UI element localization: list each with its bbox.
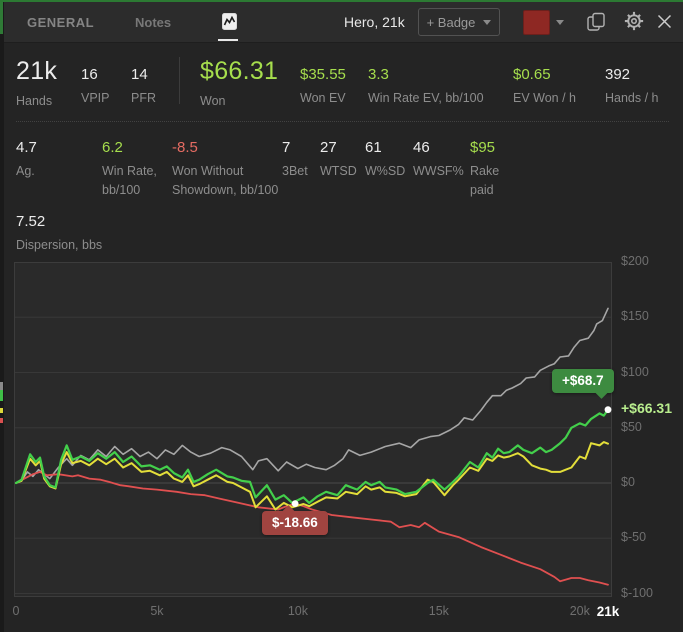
- close-button[interactable]: [656, 13, 673, 33]
- x-tick-label: 0: [12, 604, 20, 618]
- stat-won-without-showdown: -8.5 Won Without Showdown, bb/100: [172, 139, 292, 201]
- background-graph-sliver: [0, 390, 3, 401]
- add-badge-button[interactable]: + Badge: [418, 8, 500, 36]
- tab-general[interactable]: GENERAL: [27, 15, 94, 30]
- stat-value: 46: [413, 139, 430, 156]
- stat-label: Won EV: [300, 91, 346, 105]
- y-tick-label: $-50: [621, 530, 647, 545]
- section-divider: [179, 57, 180, 104]
- stat-value: 392: [605, 66, 631, 83]
- stat-value: 6.2: [102, 139, 123, 156]
- stat-ag: 4.7 Ag.: [16, 139, 37, 181]
- copy-icon: [586, 12, 606, 36]
- stat-won-ev: $35.55 Won EV: [300, 66, 346, 108]
- window-left-edge: [0, 2, 4, 632]
- stat-vpip: 16 VPIP: [81, 66, 110, 108]
- stat-label: Win Rate, bb/100: [102, 164, 157, 198]
- background-graph-sliver: [0, 408, 3, 413]
- dotted-divider: [16, 121, 669, 122]
- popup-header: GENERAL Notes Hero, 21k + Badge: [4, 2, 683, 43]
- stat-label: Ag.: [16, 164, 35, 178]
- stat-label: WTSD: [320, 164, 357, 178]
- stat-label: Win Rate EV, bb/100: [368, 91, 484, 105]
- stat-label: Hands / h: [605, 91, 659, 105]
- stat-wsd: 61 W%SD: [365, 139, 405, 181]
- stat-ev-won-h: $0.65 EV Won / h: [513, 66, 576, 108]
- stat-label: W%SD: [365, 164, 406, 178]
- x-tick-label: 10k: [287, 604, 308, 618]
- stat-label: EV Won / h: [513, 91, 576, 105]
- background-graph-sliver: [0, 418, 3, 423]
- stat-value: $35.55: [300, 66, 346, 83]
- stat-label: Won: [200, 94, 226, 108]
- y-tick-label: $100: [621, 364, 649, 379]
- stat-label: Rake paid: [470, 164, 500, 198]
- line-chart-icon: [220, 13, 238, 30]
- winnings-graph-panel: [14, 262, 612, 597]
- stat-wtsd: 27 WTSD: [320, 139, 357, 181]
- add-badge-label: + Badge: [426, 14, 476, 30]
- stat-win-rate: 6.2 Win Rate, bb/100: [102, 139, 174, 201]
- settings-button[interactable]: [624, 11, 644, 34]
- x-tick-label: 15k: [428, 604, 449, 618]
- y-tick-label: $150: [621, 309, 649, 324]
- x-tick-label: 21k: [596, 604, 620, 619]
- stat-value: 7: [282, 139, 291, 156]
- stat-value: 14: [131, 66, 148, 83]
- stat-hands-h: 392 Hands / h: [605, 66, 659, 108]
- stat-label: 3Bet: [282, 164, 308, 178]
- stat-value: 7.52: [16, 213, 46, 230]
- tab-graph[interactable]: [220, 13, 238, 33]
- stat-3bet: 7 3Bet: [282, 139, 308, 181]
- stat-label: PFR: [131, 91, 156, 105]
- y-tick-label: $-100: [621, 585, 653, 600]
- y-tick-label: $50: [621, 419, 642, 434]
- red-line-value-tooltip: $-18.66: [262, 505, 328, 535]
- green-line-value-tooltip: +$68.7: [552, 369, 614, 399]
- stat-won: $66.31 Won: [200, 57, 278, 111]
- tab-notes[interactable]: Notes: [135, 15, 171, 30]
- hud-stats-popup: GENERAL Notes Hero, 21k + Badge 21k Hand…: [0, 0, 683, 632]
- swatch-chevron-down-icon[interactable]: [556, 20, 564, 25]
- background-table-sliver: [0, 2, 3, 34]
- stat-value: 16: [81, 66, 98, 83]
- copy-button[interactable]: [586, 11, 606, 36]
- x-tick-label: 20k: [569, 604, 590, 618]
- stat-value: 61: [365, 139, 382, 156]
- x-tick-label: 5k: [150, 604, 164, 618]
- stat-pfr: 14 PFR: [131, 66, 156, 108]
- y-tick-label: $200: [621, 254, 649, 268]
- stat-value: 21k: [16, 57, 58, 85]
- stat-value: $0.65: [513, 66, 551, 83]
- stat-value: 27: [320, 139, 337, 156]
- stat-label: Won Without Showdown, bb/100: [172, 164, 279, 198]
- final-result-axis-label: +$66.31: [621, 400, 672, 416]
- stat-value: $66.31: [200, 57, 279, 85]
- stat-rake-paid: $95 Rake paid: [470, 139, 514, 201]
- background-graph-sliver: [0, 382, 3, 390]
- tooltip-text: +$68.7: [562, 373, 604, 388]
- active-tab-underline: [218, 39, 238, 41]
- stat-hands: 21k Hands: [16, 57, 57, 111]
- close-icon: [656, 14, 673, 33]
- stat-label: Dispersion, bbs: [16, 238, 103, 252]
- stat-label: WWSF%: [413, 164, 464, 178]
- chevron-down-icon: [483, 19, 492, 25]
- stat-win-rate-ev: 3.3 Win Rate EV, bb/100: [368, 66, 484, 108]
- y-tick-label: $0: [621, 475, 635, 489]
- gear-icon: [624, 11, 644, 34]
- stat-dispersion: 7.52 Dispersion, bbs: [16, 213, 102, 255]
- stat-value: -8.5: [172, 139, 198, 156]
- stat-value: $95: [470, 139, 496, 156]
- stat-label: VPIP: [81, 91, 110, 105]
- stat-value: 4.7: [16, 139, 37, 156]
- player-color-swatch[interactable]: [523, 10, 550, 35]
- stat-label: Hands: [16, 94, 53, 108]
- stat-wwsf: 46 WWSF%: [413, 139, 464, 181]
- player-name: Hero, 21k: [344, 14, 405, 30]
- stat-value: 3.3: [368, 66, 389, 83]
- tooltip-text: $-18.66: [272, 515, 318, 530]
